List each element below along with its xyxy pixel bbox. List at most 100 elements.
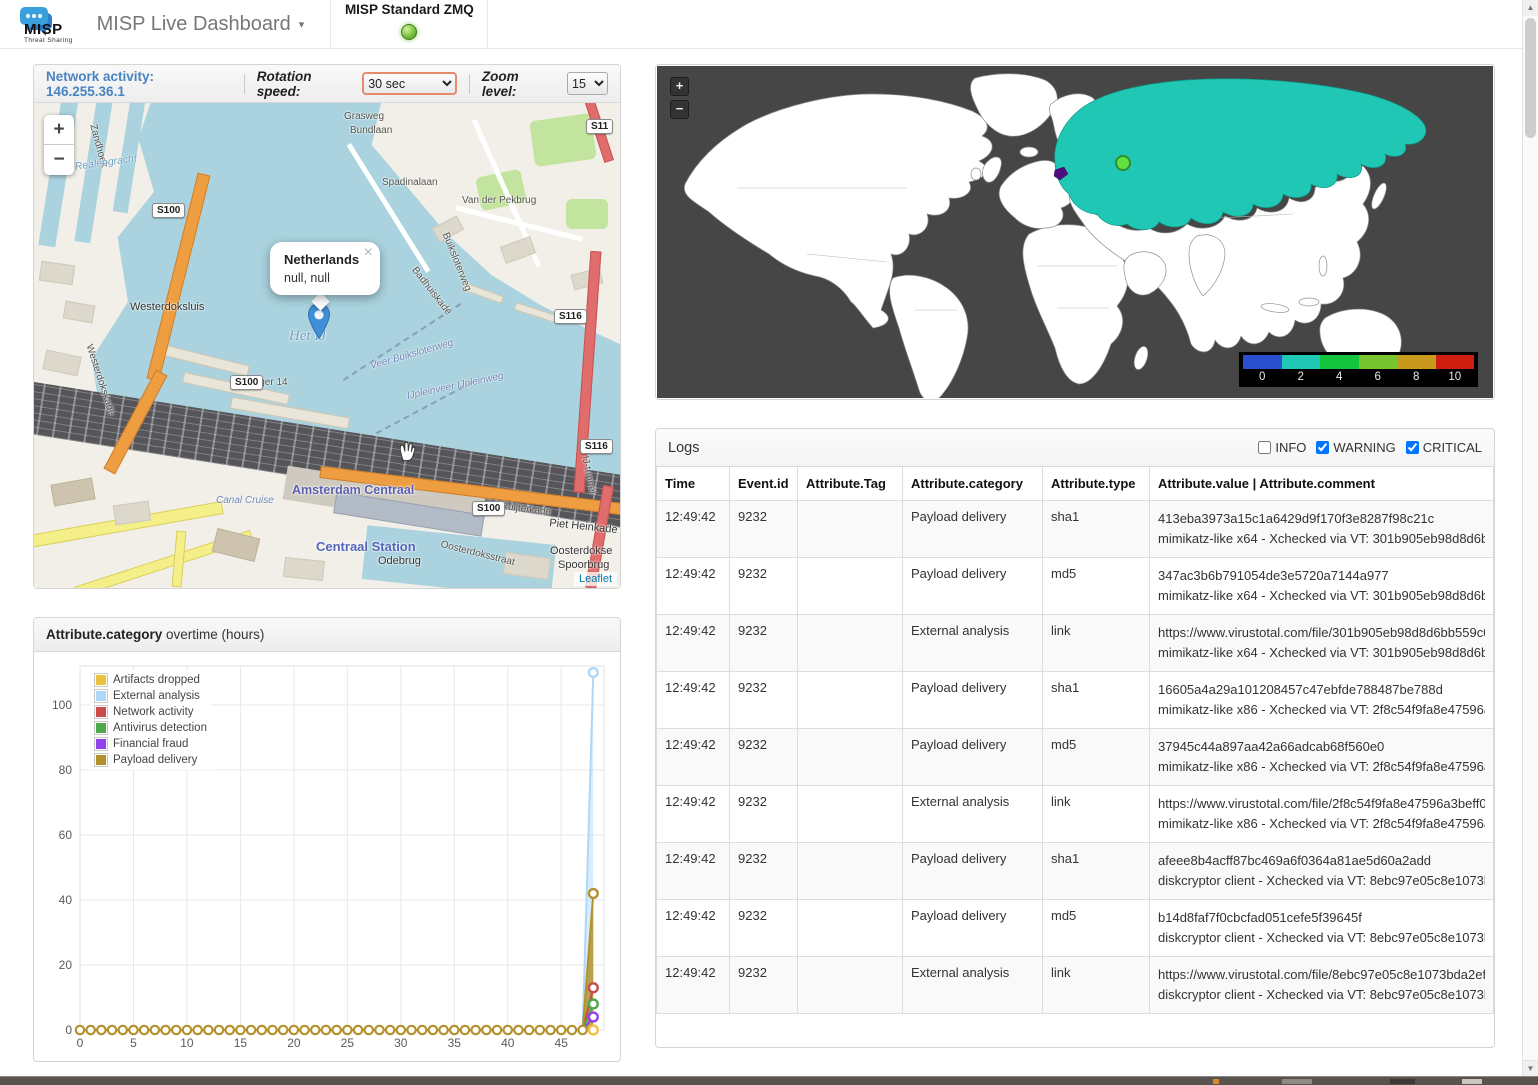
log-filter-checkbox[interactable] — [1316, 441, 1329, 454]
table-cell: Payload delivery — [903, 558, 1043, 615]
table-cell: 9232 — [730, 957, 798, 1014]
misp-logo[interactable]: MISP Threat Sharing — [0, 0, 83, 48]
table-cell: Payload delivery — [903, 501, 1043, 558]
brand-text: MISP — [24, 21, 63, 38]
table-cell — [798, 558, 903, 615]
legend-swatch — [94, 721, 108, 735]
scrollbar-thumb[interactable] — [1525, 18, 1536, 138]
map-label: IJpleinveer IJpleinweg — [406, 371, 505, 402]
table-cell: sha1 — [1043, 672, 1150, 729]
table-cell: 9232 — [730, 786, 798, 843]
colorbar-tick: 10 — [1436, 369, 1475, 385]
data-point — [204, 1026, 212, 1034]
data-point — [482, 1026, 490, 1034]
data-point — [129, 1026, 137, 1034]
log-filter-warning[interactable]: WARNING — [1316, 440, 1395, 455]
data-point — [525, 1026, 533, 1034]
table-cell-value: https://www.virustotal.com/file/301b905e… — [1150, 615, 1494, 672]
close-icon[interactable]: × — [364, 246, 373, 260]
data-point — [140, 1026, 148, 1034]
zoom-level-select[interactable]: 15 — [567, 72, 608, 95]
map-label: Westerdoksluis — [130, 301, 204, 313]
table-cell: External analysis — [903, 615, 1043, 672]
data-point — [76, 1026, 84, 1034]
table-row: 12:49:429232External analysislinkhttps:/… — [657, 615, 1494, 672]
legend-swatch — [94, 689, 108, 703]
world-zoom-in-button[interactable]: + — [670, 77, 689, 96]
data-point — [226, 1026, 234, 1034]
map-popup: × Netherlands null, null — [270, 242, 380, 295]
table-cell: Payload delivery — [903, 729, 1043, 786]
data-point — [365, 1026, 373, 1034]
table-cell: 12:49:42 — [657, 786, 730, 843]
logs-table-body: 12:49:429232Payload deliverysha1413eba39… — [657, 501, 1494, 1014]
legend-label: External analysis — [113, 690, 200, 702]
data-point — [397, 1026, 405, 1034]
legend-label: Payload delivery — [113, 754, 197, 766]
colorbar-cell — [1320, 355, 1359, 369]
table-cell: sha1 — [1043, 501, 1150, 558]
road-badge: S100 — [472, 501, 505, 516]
table-cell: 12:49:42 — [657, 672, 730, 729]
page-scrollbar[interactable]: ▲ ▼ — [1522, 0, 1538, 1077]
zoom-out-button[interactable]: − — [44, 145, 74, 175]
world-map[interactable] — [657, 66, 1493, 398]
header-divider — [244, 74, 245, 94]
legend-swatch — [94, 705, 108, 719]
data-point — [546, 1026, 554, 1034]
legend-label: Financial fraud — [113, 738, 188, 750]
table-cell: 12:49:42 — [657, 957, 730, 1014]
scroll-up-arrow[interactable]: ▲ — [1523, 0, 1538, 16]
attribute-comment: mimikatz-like x86 - Xchecked via VT: 2f8… — [1158, 757, 1485, 777]
data-point — [418, 1026, 426, 1034]
rotation-speed-select[interactable]: 30 sec — [362, 72, 457, 95]
world-zoom-out-button[interactable]: − — [670, 100, 689, 119]
log-filter-critical[interactable]: CRITICAL — [1406, 440, 1482, 455]
data-point — [493, 1026, 501, 1034]
logs-column-header: Attribute.value | Attribute.comment — [1150, 467, 1494, 501]
zmq-label: MISP Standard ZMQ — [345, 2, 474, 17]
top-navbar: MISP Threat Sharing MISP Live Dashboard … — [0, 0, 1523, 49]
log-filter-checkbox[interactable] — [1406, 441, 1419, 454]
data-point — [86, 1026, 94, 1034]
legend-item: Payload delivery — [94, 752, 207, 768]
dashboard-title-dropdown[interactable]: MISP Live Dashboard ▾ — [83, 0, 331, 48]
data-point-final — [589, 1000, 598, 1009]
colorbar-cell — [1282, 355, 1321, 369]
world-colorbar: 0246810 — [1239, 352, 1478, 387]
table-cell: 9232 — [730, 615, 798, 672]
data-point — [247, 1026, 255, 1034]
x-tick-label: 35 — [448, 1036, 462, 1050]
logs-column-header: Attribute.Tag — [798, 467, 903, 501]
rotation-speed-label: Rotation speed: — [257, 69, 356, 99]
attribute-value: 37945c44a897aa42a66adcab68f560e0 — [1158, 737, 1485, 757]
zoom-in-button[interactable]: + — [44, 115, 74, 145]
series-fill — [80, 894, 593, 1031]
scroll-down-arrow[interactable]: ▼ — [1523, 1060, 1538, 1077]
chevron-down-icon: ▾ — [299, 18, 305, 31]
table-cell: 12:49:42 — [657, 843, 730, 900]
map-label: Grasweg — [344, 111, 384, 122]
attribute-value: b14d8faf7f0cbcfad051cefe5f39645f — [1158, 908, 1485, 928]
legend-label: Network activity — [113, 706, 194, 718]
road-badge: S100 — [152, 203, 185, 218]
table-row: 12:49:429232External analysislinkhttps:/… — [657, 957, 1494, 1014]
road-badge: S116 — [554, 309, 587, 324]
leaflet-link[interactable]: Leaflet — [579, 573, 612, 585]
log-filter-info[interactable]: INFO — [1258, 440, 1306, 455]
x-tick-label: 10 — [180, 1036, 194, 1050]
legend-item: Artifacts dropped — [94, 672, 207, 688]
data-point-final — [589, 1026, 598, 1035]
legend-item: Antivirus detection — [94, 720, 207, 736]
map-label: Canal Cruise — [216, 495, 274, 506]
log-filter-label: CRITICAL — [1423, 440, 1482, 455]
table-cell: 12:49:42 — [657, 558, 730, 615]
table-cell: 12:49:42 — [657, 900, 730, 957]
zoom-level-label: Zoom level: — [482, 69, 555, 99]
log-filter-checkbox[interactable] — [1258, 441, 1271, 454]
table-cell — [798, 672, 903, 729]
table-row: 12:49:429232Payload deliverymd5b14d8faf7… — [657, 900, 1494, 957]
x-tick-label: 15 — [234, 1036, 248, 1050]
leaflet-map[interactable]: × Netherlands null, null + − Leaflet Zan… — [34, 103, 620, 588]
logs-column-header: Event.id — [730, 467, 798, 501]
